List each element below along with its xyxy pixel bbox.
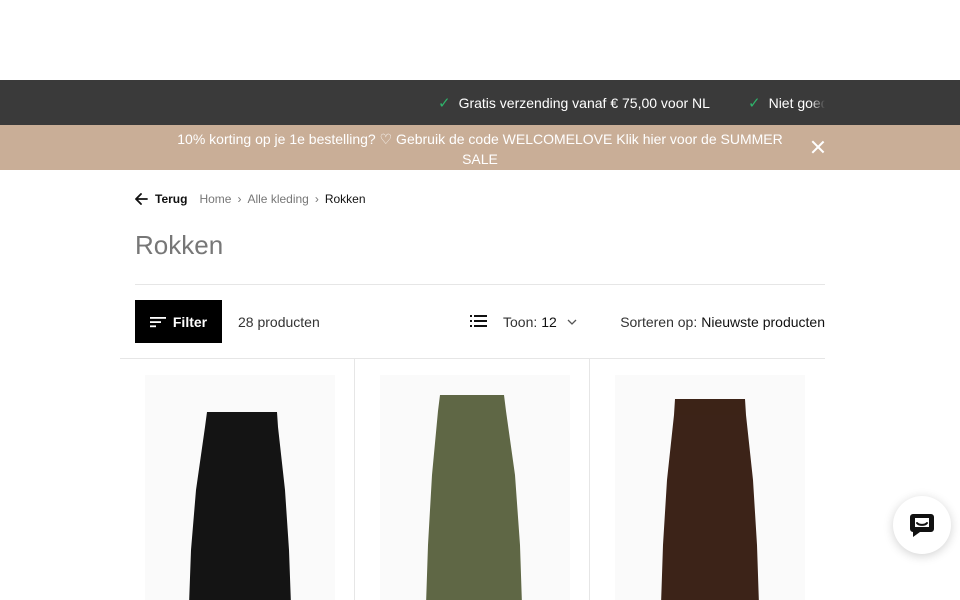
product-card-brown-skirt[interactable] bbox=[615, 375, 805, 600]
product-image[interactable] bbox=[145, 375, 335, 600]
filter-icon bbox=[149, 316, 166, 327]
chat-button[interactable] bbox=[893, 496, 951, 554]
usp-item-shipping: ✓ Gratis verzending vanaf € 75,00 voor N… bbox=[438, 80, 710, 125]
skirt-shape bbox=[426, 395, 522, 600]
product-card-black-skirt[interactable] bbox=[145, 375, 335, 600]
site-header bbox=[0, 0, 960, 80]
product-image[interactable] bbox=[615, 375, 805, 600]
breadcrumb-all-clothing[interactable]: Alle kleding bbox=[247, 192, 308, 206]
breadcrumb-home[interactable]: Home bbox=[199, 192, 231, 206]
promo-text[interactable]: 10% korting op je 1e bestelling? ♡ Gebru… bbox=[160, 129, 800, 169]
sort-value: Nieuwste producten bbox=[701, 313, 825, 330]
check-icon: ✓ bbox=[748, 94, 761, 112]
waistband bbox=[207, 412, 277, 427]
back-label: Terug bbox=[155, 192, 188, 206]
product-card-olive-skirt[interactable] bbox=[380, 375, 570, 600]
waistband bbox=[440, 395, 504, 411]
filter-button[interactable]: Filter bbox=[135, 300, 222, 343]
show-label: Toon: bbox=[503, 313, 538, 330]
breadcrumb: Terug Home › Alle kleding › Rokken bbox=[135, 190, 366, 208]
grid-border bbox=[120, 358, 825, 359]
show-count-select[interactable]: Toon: 12 bbox=[503, 300, 577, 343]
check-icon: ✓ bbox=[438, 94, 451, 112]
usp-bar: ✓ Gratis verzending vanaf € 75,00 voor N… bbox=[0, 80, 960, 125]
usp-label: Gratis verzending vanaf € 75,00 voor NL bbox=[458, 94, 710, 111]
arrow-left-icon bbox=[135, 193, 148, 205]
grid-column-divider bbox=[354, 358, 355, 600]
chevron-right-icon: › bbox=[237, 192, 242, 206]
list-view-icon[interactable] bbox=[470, 314, 487, 328]
back-link[interactable]: Terug bbox=[135, 192, 187, 206]
chevron-down-icon bbox=[567, 319, 577, 325]
divider bbox=[135, 284, 825, 285]
filter-label: Filter bbox=[172, 313, 208, 330]
collection-toolbar: Filter 28 producten Toon: 12 Sorteren op… bbox=[135, 300, 825, 343]
product-image[interactable] bbox=[380, 375, 570, 600]
show-value: 12 bbox=[541, 313, 557, 330]
close-icon[interactable] bbox=[810, 139, 826, 155]
usp-fade bbox=[810, 80, 960, 125]
page-title: Rokken bbox=[135, 230, 224, 260]
sort-label: Sorteren op: bbox=[620, 313, 698, 330]
chevron-right-icon: › bbox=[314, 192, 319, 206]
grid-column-divider bbox=[589, 358, 590, 600]
breadcrumb-current: Rokken bbox=[324, 192, 366, 206]
waistband bbox=[675, 399, 745, 415]
promo-bar[interactable]: 10% korting op je 1e bestelling? ♡ Gebru… bbox=[0, 125, 960, 170]
sort-select[interactable]: Sorteren op: Nieuwste producten bbox=[620, 300, 825, 343]
product-count: 28 producten bbox=[238, 313, 320, 330]
chat-icon bbox=[910, 514, 934, 537]
skirt-shape bbox=[661, 399, 759, 600]
skirt-shape bbox=[189, 412, 291, 600]
